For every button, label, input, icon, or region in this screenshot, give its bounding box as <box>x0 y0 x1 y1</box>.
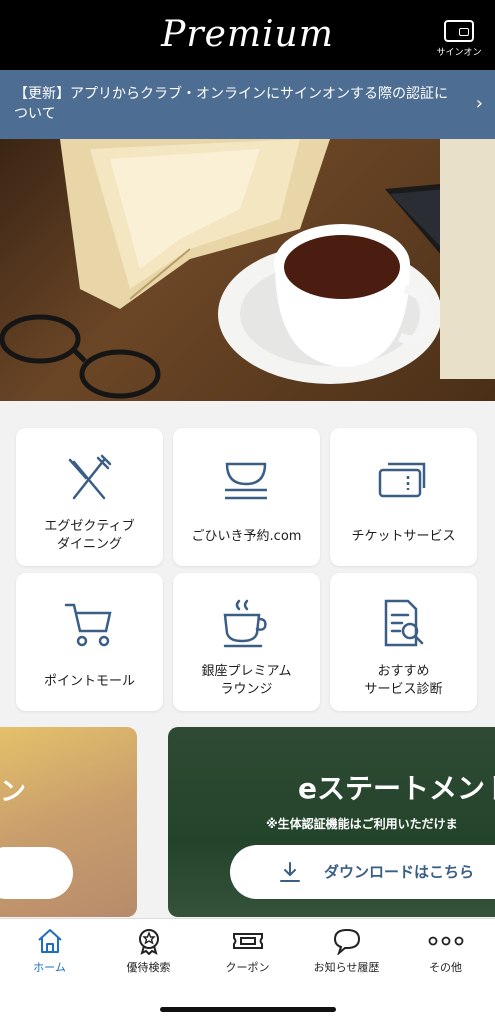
tile-ticket-service[interactable]: チケットサービス <box>330 428 477 566</box>
tile-label: おすすめ サービス診断 <box>364 664 443 697</box>
cart-icon <box>64 603 112 647</box>
signon-button[interactable]: サインオン <box>435 20 483 58</box>
tab-benefit-search[interactable]: 優待検索 <box>99 927 198 975</box>
tab-notifications[interactable]: お知らせ履歴 <box>297 927 396 975</box>
tab-home[interactable]: ホーム <box>0 927 99 975</box>
chevron-right-icon: › <box>475 93 483 114</box>
promo-left-button[interactable] <box>0 847 73 899</box>
download-button[interactable]: ダウンロードはこちら <box>230 845 495 899</box>
app-header: Premium サインオン <box>0 0 495 70</box>
bowl-icon <box>225 462 267 500</box>
coffee-cup-icon <box>223 599 267 648</box>
coupon-icon <box>232 933 263 949</box>
hero-image <box>0 139 495 401</box>
home-icon <box>37 929 62 953</box>
home-indicator <box>160 1007 336 1012</box>
tab-notifications-label: お知らせ履歴 <box>313 961 380 974</box>
tab-coupon[interactable]: クーポン <box>198 927 297 975</box>
promo-note: ※生体認証機能はご利用いただけま <box>266 817 458 831</box>
promo-left-text: ン <box>0 777 27 807</box>
tab-more-label: その他 <box>429 961 462 974</box>
tile-executive-dining[interactable]: エグゼクティブ ダイニング <box>16 428 163 566</box>
ticket-icon <box>378 462 426 498</box>
tile-gohiiki-reservation[interactable]: ごひいき予約.com <box>173 428 320 566</box>
tile-point-mall[interactable]: ポイントモール <box>16 573 163 711</box>
download-icon <box>280 862 300 882</box>
speech-bubble-icon <box>333 928 360 955</box>
download-label: ダウンロードはこちら <box>324 863 475 881</box>
tile-label: ごひいき予約.com <box>191 529 302 544</box>
tab-benefit-search-label: 優待検索 <box>126 961 171 974</box>
tile-recommended-service[interactable]: おすすめ サービス診断 <box>330 573 477 711</box>
promo-card-left[interactable]: ン <box>0 727 137 917</box>
premium-logo: Premium <box>161 14 334 55</box>
tab-home-label: ホーム <box>33 961 66 974</box>
fork-knife-icon <box>68 454 112 500</box>
notice-text: 【更新】アプリからクラブ・オンラインにサインオンする際の認証について <box>14 86 448 122</box>
tile-label: エグゼクティブ ダイニング <box>44 519 135 552</box>
more-dots-icon <box>428 936 463 946</box>
tab-more[interactable]: その他 <box>396 927 495 975</box>
promo-title: eステートメント <box>298 772 495 805</box>
tile-ginza-premium-lounge[interactable]: 銀座プレミアム ラウンジ <box>173 573 320 711</box>
tile-label: ポイントモール <box>43 674 135 689</box>
notice-banner[interactable]: 【更新】アプリからクラブ・オンラインにサインオンする際の認証について › <box>0 70 495 139</box>
tab-coupon-label: クーポン <box>225 961 270 974</box>
promo-card-estatement[interactable]: eステートメント ※生体認証機能はご利用いただけま ダウンロードはこちら <box>168 727 495 917</box>
badge-search-icon <box>138 929 159 955</box>
wallet-icon <box>444 20 474 42</box>
signon-label: サインオン <box>436 48 482 58</box>
tile-label: チケットサービス <box>351 529 456 544</box>
tile-label: 銀座プレミアム ラウンジ <box>201 664 292 697</box>
document-search-icon <box>384 599 424 647</box>
